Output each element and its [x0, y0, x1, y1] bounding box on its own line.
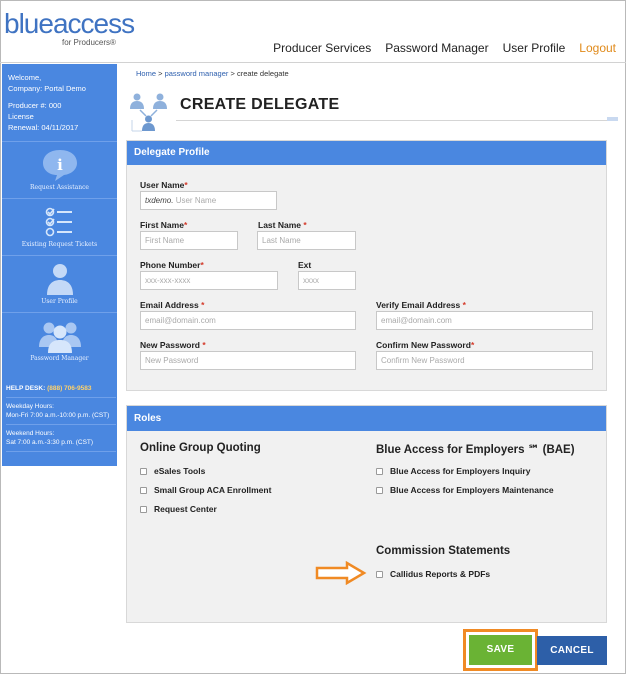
ext-input[interactable]: xxxx: [298, 271, 356, 290]
bae-title: Blue Access for Employers ℠ (BAE): [376, 444, 575, 456]
blueaccess-logo[interactable]: blueaccess for Producers®: [4, 8, 135, 52]
title-divider: [176, 120, 610, 121]
sidebar-item-label: Existing Request Tickets: [21, 241, 98, 248]
logo-tagline: for Producers®: [62, 38, 116, 47]
svg-text:i: i: [57, 156, 63, 174]
ext-label: Ext: [298, 260, 312, 270]
title-accent: [607, 117, 618, 121]
save-highlight: SAVE: [463, 629, 538, 671]
company-text: Company: Portal Demo: [8, 84, 86, 93]
nav-producer-services[interactable]: Producer Services: [273, 41, 371, 55]
user-name-placeholder: User Name: [175, 196, 217, 205]
highlight-arrow-icon: [315, 561, 367, 585]
checkbox[interactable]: [140, 467, 147, 475]
commission-statements-title: Commission Statements: [376, 545, 511, 557]
page-title: CREATE DELEGATE: [180, 96, 340, 113]
weekday-label: Weekday Hours:: [6, 403, 54, 410]
delegate-icon: [128, 92, 170, 132]
role-bae-inquiry[interactable]: Blue Access for Employers Inquiry: [376, 466, 530, 476]
checkbox[interactable]: [376, 467, 383, 475]
phone-number-input[interactable]: xxx-xxx-xxxx: [140, 271, 278, 290]
checklist-icon: [45, 207, 72, 237]
weekend-label: Weekend Hours:: [6, 430, 55, 437]
helpdesk-info: HELP DESK: (888) 706-9583 Weekday Hours:…: [6, 384, 116, 456]
weekday-hours: Mon-Fri 7:00 a.m.-10:00 p.m. (CST): [6, 412, 110, 419]
role-request-center[interactable]: Request Center: [140, 504, 217, 514]
role-callidus-reports[interactable]: Callidus Reports & PDFs: [376, 569, 490, 579]
sidebar-item-user-profile[interactable]: User Profile: [2, 255, 117, 312]
breadcrumb-home[interactable]: Home: [136, 69, 156, 78]
welcome-text: Welcome,: [8, 73, 42, 82]
header-divider: [0, 62, 626, 63]
first-name-label: First Name*: [140, 220, 188, 230]
panel-heading: Roles: [127, 406, 606, 431]
renewal-date: Renewal: 04/11/2017: [8, 123, 79, 132]
new-password-input[interactable]: New Password: [140, 351, 356, 370]
role-esales-tools[interactable]: eSales Tools: [140, 466, 205, 476]
last-name-label: Last Name *: [258, 220, 307, 230]
email-input[interactable]: email@domain.com: [140, 311, 356, 330]
weekend-hours: Sat 7:00 a.m.-3:30 p.m. (CST): [6, 439, 94, 446]
confirm-password-label: Confirm New Password*: [376, 340, 475, 350]
users-group-icon: [38, 322, 81, 353]
new-password-label: New Password *: [140, 340, 206, 350]
nav-user-profile[interactable]: User Profile: [503, 41, 566, 55]
phone-number-label: Phone Number*: [140, 260, 204, 270]
first-name-input[interactable]: First Name: [140, 231, 238, 250]
roles-panel: Roles: [126, 405, 607, 623]
user-name-prefix: txdemo.: [145, 196, 174, 205]
last-name-input[interactable]: Last Name: [257, 231, 356, 250]
confirm-password-input[interactable]: Confirm New Password: [376, 351, 593, 370]
user-icon: [46, 264, 73, 295]
panel-heading: Delegate Profile: [127, 141, 606, 165]
checkbox[interactable]: [376, 570, 383, 578]
nav-logout[interactable]: Logout: [579, 41, 616, 55]
online-group-quoting-title: Online Group Quoting: [140, 442, 261, 454]
checkbox[interactable]: [140, 486, 147, 494]
top-nav: Producer Services Password Manager User …: [273, 41, 616, 55]
sidebar-item-request-assistance[interactable]: i Request Assistance: [2, 141, 117, 198]
sidebar-item-label: Request Assistance: [30, 184, 89, 191]
sidebar-item-label: User Profile: [41, 298, 78, 305]
sidebar: Welcome, Company: Portal Demo Producer #…: [2, 64, 117, 466]
breadcrumb-password-manager[interactable]: password manager: [165, 69, 229, 78]
logo-wordmark: blueaccess: [4, 8, 135, 39]
license-text: License: [8, 112, 34, 121]
helpdesk-number[interactable]: (888) 706-9583: [47, 385, 91, 392]
checkbox[interactable]: [376, 486, 383, 494]
sidebar-item-label: Password Manager: [30, 355, 89, 362]
breadcrumb: Home > password manager > create delegat…: [136, 69, 289, 78]
sidebar-item-password-manager[interactable]: Password Manager: [2, 312, 117, 369]
sidebar-item-existing-tickets[interactable]: Existing Request Tickets: [2, 198, 117, 255]
cancel-button[interactable]: CANCEL: [537, 636, 607, 665]
user-name-input[interactable]: txdemo. User Name: [140, 191, 277, 210]
user-name-label: User Name*: [140, 180, 188, 190]
breadcrumb-current: create delegate: [236, 69, 289, 78]
info-icon: i: [42, 150, 77, 181]
save-button[interactable]: SAVE: [469, 635, 532, 665]
welcome-block: Welcome, Company: Portal Demo Producer #…: [8, 72, 112, 133]
nav-password-manager[interactable]: Password Manager: [385, 41, 488, 55]
email-label: Email Address *: [140, 300, 205, 310]
role-small-group-aca[interactable]: Small Group ACA Enrollment: [140, 485, 271, 495]
producer-number: Producer #: 000: [8, 101, 62, 110]
verify-email-input[interactable]: email@domain.com: [376, 311, 593, 330]
verify-email-label: Verify Email Address *: [376, 300, 466, 310]
role-bae-maintenance[interactable]: Blue Access for Employers Maintenance: [376, 485, 554, 495]
checkbox[interactable]: [140, 505, 147, 513]
helpdesk-label: HELP DESK:: [6, 385, 46, 392]
